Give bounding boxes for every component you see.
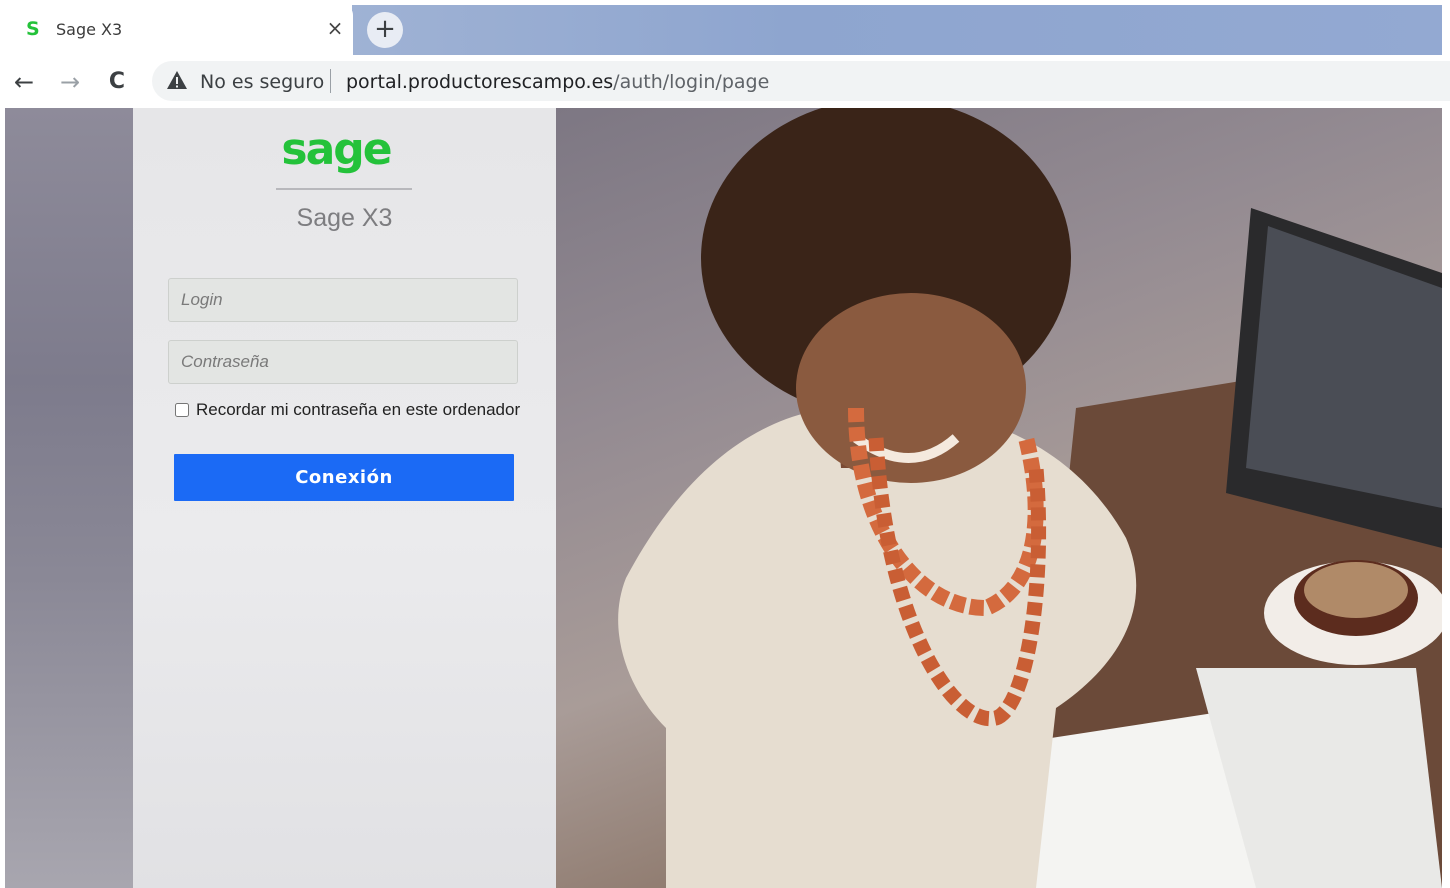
background-left xyxy=(5,108,133,888)
browser-tabstrip: S Sage X3 × + xyxy=(0,0,1450,58)
login-input[interactable] xyxy=(168,278,518,322)
url-text[interactable]: portal.productorescampo.es/auth/login/pa… xyxy=(346,71,769,93)
sage-logo: sage xyxy=(281,124,392,175)
reload-icon[interactable]: C xyxy=(101,66,133,98)
back-arrow-icon[interactable]: ← xyxy=(8,66,40,98)
remember-password-label[interactable]: Recordar mi contraseña en este ordenador xyxy=(196,400,520,420)
url-host: portal.productorescampo.es xyxy=(346,71,614,93)
security-status-label[interactable]: No es seguro xyxy=(200,71,324,93)
url-path: /auth/login/page xyxy=(613,71,770,93)
background-photo-illustration xyxy=(618,108,1442,888)
connect-button[interactable]: Conexión xyxy=(174,454,514,501)
tabstrip-background xyxy=(352,5,1442,55)
password-input[interactable] xyxy=(168,340,518,384)
close-tab-icon[interactable]: × xyxy=(322,15,348,41)
new-tab-button[interactable]: + xyxy=(367,12,403,48)
remember-password-option[interactable]: Recordar mi contraseña en este ordenador xyxy=(175,400,520,420)
product-name: Sage X3 xyxy=(296,204,393,232)
warning-triangle-icon[interactable] xyxy=(166,69,188,91)
logo-divider xyxy=(276,188,412,190)
forward-arrow-icon[interactable]: → xyxy=(54,66,86,98)
address-bar[interactable]: No es seguro portal.productorescampo.es/… xyxy=(152,61,1450,101)
browser-tab[interactable]: S Sage X3 × xyxy=(8,5,353,55)
login-panel: sage Sage X3 Recordar mi contraseña en e… xyxy=(133,108,556,888)
browser-toolbar: ← → C No es seguro portal.productorescam… xyxy=(0,58,1450,107)
tab-title: Sage X3 xyxy=(56,20,123,39)
page-viewport: sage Sage X3 Recordar mi contraseña en e… xyxy=(5,108,1442,888)
background-photo xyxy=(556,108,1442,888)
sage-favicon-icon: S xyxy=(26,18,40,40)
omnibox-divider xyxy=(330,69,331,93)
remember-password-checkbox[interactable] xyxy=(175,403,189,417)
svg-text:sage: sage xyxy=(281,124,390,175)
